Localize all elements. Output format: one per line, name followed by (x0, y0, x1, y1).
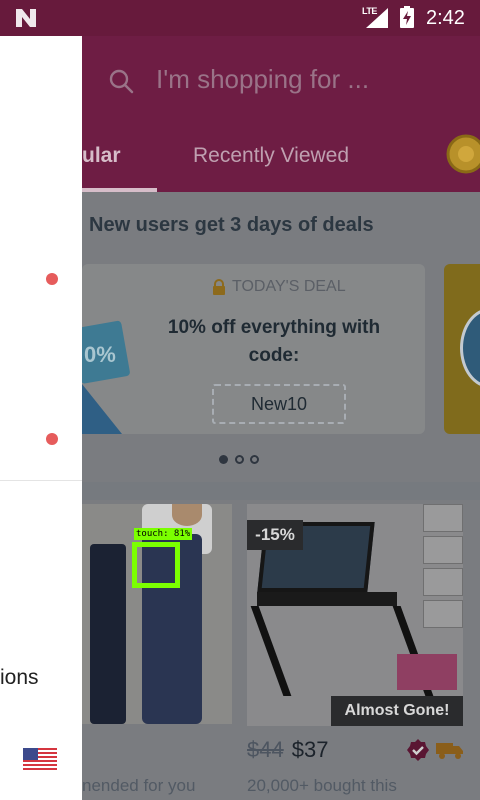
search-placeholder[interactable]: I'm shopping for ... (156, 64, 369, 95)
ticket-graphic: 0% (82, 320, 130, 434)
drawer-divider (0, 480, 82, 481)
signal-icon (366, 8, 388, 28)
discount-badge: -15% (247, 520, 303, 550)
clock-graphic (460, 308, 480, 388)
thumbnail (423, 504, 463, 532)
status-bar: LTE 2:42 (0, 0, 480, 36)
deal-card[interactable]: 0% TODAY'S DEAL 10% off everything with … (82, 264, 425, 434)
touch-detection-label: touch: 81% (134, 528, 193, 540)
thumbnail (423, 568, 463, 596)
verified-badge-icon (407, 739, 429, 761)
shipping-truck-icon (436, 743, 463, 759)
pink-object-shape (397, 654, 457, 690)
face-shape (172, 504, 202, 526)
tab-popular[interactable]: ular (82, 144, 121, 168)
laptop-base-shape (257, 592, 397, 606)
carousel-dot (219, 455, 228, 464)
navigation-drawer[interactable]: ions (0, 36, 82, 800)
ticket-text: 0% (84, 342, 116, 367)
deal-header-label: TODAY'S DEAL (232, 278, 346, 295)
bought-count: 20,000+ bought this (247, 776, 397, 795)
touch-detection-box (132, 542, 180, 588)
stock-badge: Almost Gone! (331, 696, 463, 726)
notification-dot (46, 273, 58, 285)
product-caption: nended for you (82, 776, 196, 795)
original-price: $44 (247, 737, 284, 762)
lock-icon (213, 279, 225, 295)
price-row: $44 $37 (247, 732, 328, 768)
search-bar[interactable]: I'm shopping for ... (82, 54, 480, 108)
thumbnail (423, 600, 463, 628)
promo-title: New users get 3 days of deals (89, 214, 374, 236)
notification-dot (46, 433, 58, 445)
next-deal-card[interactable] (444, 264, 480, 434)
deal-code[interactable]: New10 (212, 384, 346, 424)
thumbnail (423, 536, 463, 564)
deal-text: 10% off everything with code: (167, 317, 381, 366)
search-icon (109, 69, 134, 94)
android-n-icon (16, 9, 36, 27)
us-flag-icon[interactable] (23, 748, 57, 772)
deal-header: TODAY'S DEAL (212, 278, 346, 296)
clock: 2:42 (426, 7, 465, 29)
carousel-dot (235, 455, 244, 464)
drawer-item-options[interactable]: ions (0, 666, 39, 690)
sale-price: $37 (291, 737, 329, 762)
tab-recently-viewed[interactable]: Recently Viewed (193, 144, 349, 168)
battery-charging-icon (400, 6, 414, 28)
product-image-laptop-stand[interactable]: -15% Almost Gone! (247, 504, 463, 726)
coin-icon[interactable] (444, 132, 480, 176)
carousel-dot (250, 455, 259, 464)
carousel-indicator (219, 455, 261, 465)
product-thumbnails (423, 504, 463, 634)
jeans-shape (90, 544, 126, 724)
